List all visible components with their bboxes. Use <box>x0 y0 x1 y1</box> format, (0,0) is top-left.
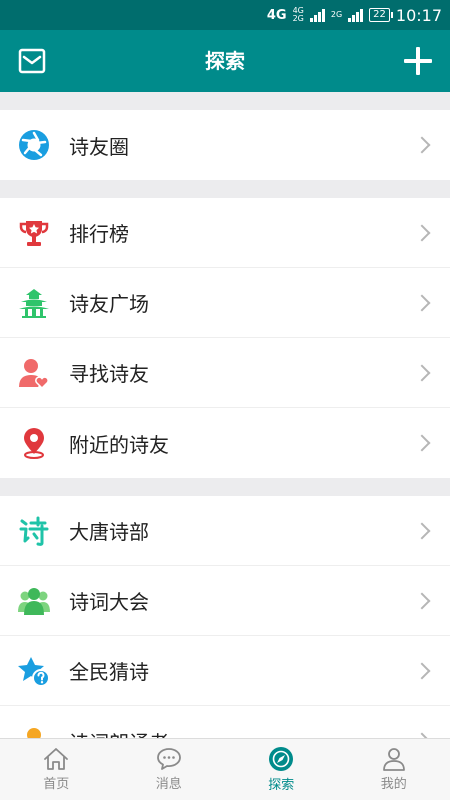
list-item-nearby-poets[interactable]: 附近的诗友 <box>0 408 450 478</box>
list-item-poetry-reciter[interactable]: 诗词朗诵者 <box>0 706 450 738</box>
compass-icon <box>269 747 294 771</box>
add-button[interactable] <box>404 47 432 75</box>
chat-bubble-icon <box>156 748 181 770</box>
person-icon <box>27 728 41 738</box>
chevron-right-icon <box>413 522 431 539</box>
trophy-icon <box>19 220 49 246</box>
list-item-label: 诗词大会 <box>69 590 149 614</box>
list-item-label: 寻找诗友 <box>69 362 149 386</box>
list-item-datang-poetry[interactable]: 大唐诗部 <box>0 496 450 566</box>
group-people-icon <box>18 587 50 615</box>
status-time: 10:17 <box>395 5 442 25</box>
battery-icon: 22 <box>369 8 393 22</box>
status-bar: 4G 4G 2G 2G 22 10:17 <box>0 0 450 30</box>
list-group-2: 排行榜 诗友广场 寻找诗友 附近的诗友 <box>0 198 450 478</box>
tab-home[interactable]: 首页 <box>0 739 113 800</box>
chevron-right-icon <box>413 136 431 154</box>
list-item-label: 诗友广场 <box>69 292 149 316</box>
tab-messages[interactable]: 消息 <box>113 739 226 800</box>
person-heart-icon <box>19 358 49 389</box>
page-title: 探索 <box>205 49 245 73</box>
network-2g-label: 2G <box>330 10 343 19</box>
network-bottom-label: 2G <box>292 14 304 23</box>
location-pin-icon <box>24 428 44 459</box>
list-item-poet-square[interactable]: 诗友广场 <box>0 268 450 338</box>
aperture-icon <box>19 130 49 160</box>
list-item-find-poets[interactable]: 寻找诗友 <box>0 338 450 408</box>
network-4g-label: 4G <box>266 7 287 23</box>
list-item-label: 诗词朗诵者 <box>69 727 416 739</box>
list-item-label: 全民猜诗 <box>69 660 149 684</box>
list-item-guess-poem[interactable]: 全民猜诗 <box>0 636 450 706</box>
home-icon <box>44 748 69 770</box>
tab-mine[interactable]: 我的 <box>338 739 450 800</box>
chevron-right-icon <box>413 364 431 381</box>
explore-list: 诗友圈 排行榜 诗友广场 寻找诗友 附近的诗友 大唐诗部 诗词大会 全民猜诗 <box>0 92 450 738</box>
chevron-right-icon <box>413 592 431 609</box>
list-item-ranking[interactable]: 排行榜 <box>0 198 450 268</box>
bottom-tab-bar: 首页 消息 探索 我的 <box>0 738 450 800</box>
status-indicators: 4G 4G 2G 2G 22 10:17 <box>267 4 442 26</box>
tab-label: 首页 <box>43 777 70 792</box>
chevron-right-icon <box>413 224 431 241</box>
tab-label: 消息 <box>155 777 182 792</box>
star-question-icon <box>18 656 50 687</box>
signal-icon <box>309 8 325 22</box>
app-header: 探索 <box>0 30 450 92</box>
list-item-poetry-conference[interactable]: 诗词大会 <box>0 566 450 636</box>
signal-icon-2 <box>348 8 364 22</box>
chevron-right-icon <box>413 434 431 452</box>
list-item-poet-circle[interactable]: 诗友圈 <box>0 110 450 180</box>
pavilion-icon <box>19 288 49 318</box>
list-group-1: 诗友圈 <box>0 110 450 180</box>
list-item-label: 大唐诗部 <box>69 520 149 544</box>
tab-explore[interactable]: 探索 <box>225 739 338 800</box>
tab-label: 探索 <box>268 778 295 793</box>
list-item-label: 诗友圈 <box>69 134 129 159</box>
chevron-right-icon <box>413 662 431 679</box>
user-icon <box>382 748 405 771</box>
list-item-label: 排行榜 <box>69 222 129 246</box>
tab-label: 我的 <box>380 777 407 792</box>
network-dual-label: 4G 2G <box>293 7 304 23</box>
list-item-label: 附近的诗友 <box>69 432 169 457</box>
shi-character-icon <box>19 516 49 546</box>
chevron-right-icon <box>413 294 431 311</box>
list-group-3: 大唐诗部 诗词大会 全民猜诗 <box>0 496 450 738</box>
